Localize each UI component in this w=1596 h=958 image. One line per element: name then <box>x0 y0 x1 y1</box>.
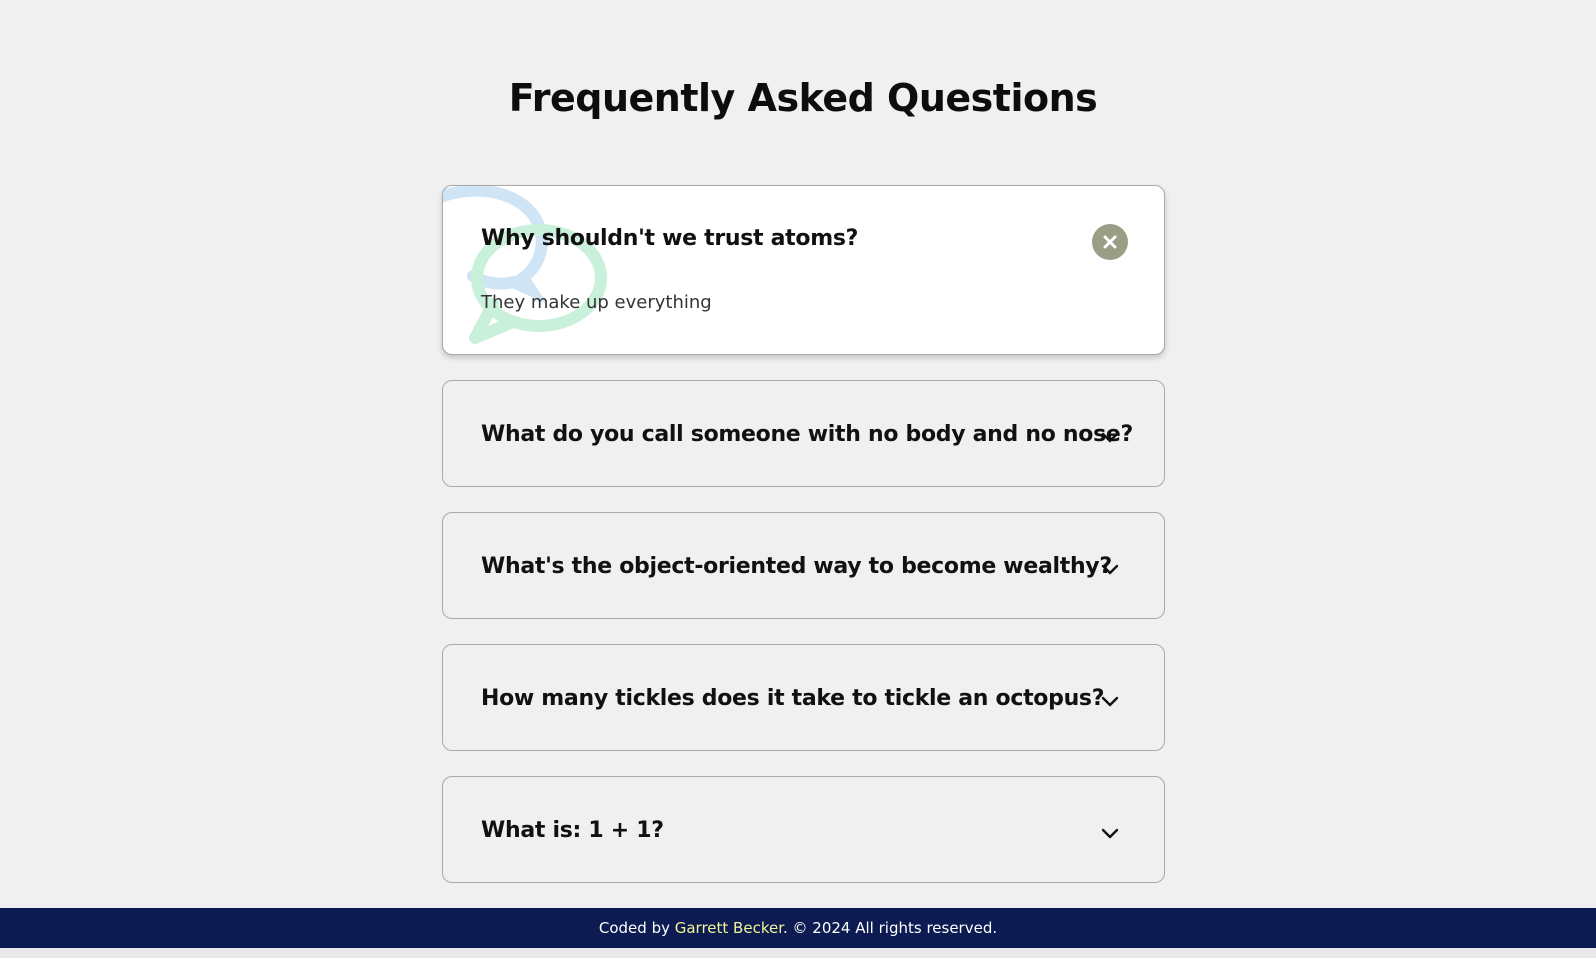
bottom-strip <box>0 948 1596 958</box>
faq-item-2[interactable]: What do you call someone with no body an… <box>442 380 1165 487</box>
faq-question[interactable]: Why shouldn't we trust atoms? <box>481 222 858 256</box>
faq-question[interactable]: How many tickles does it take to tickle … <box>481 645 1104 750</box>
expand-button[interactable] <box>1092 683 1128 719</box>
author-link[interactable]: Garrett Becker <box>675 919 783 937</box>
footer-copyright: . © 2024 All rights reserved. <box>783 919 998 937</box>
faq-item-4[interactable]: How many tickles does it take to tickle … <box>442 644 1165 751</box>
expand-button[interactable] <box>1092 551 1128 587</box>
chevron-down-icon <box>1101 432 1119 443</box>
faq-item-5[interactable]: What is: 1 + 1? <box>442 776 1165 883</box>
speech-bubbles-icon <box>443 186 607 344</box>
footer-prefix: Coded by <box>598 919 675 937</box>
chevron-down-icon <box>1101 564 1119 575</box>
close-button[interactable] <box>1092 224 1128 260</box>
expand-button[interactable] <box>1092 419 1128 455</box>
faq-list: Why shouldn't we trust atoms? They make … <box>442 185 1165 908</box>
faq-answer: They make up everything <box>481 292 712 313</box>
expand-button[interactable] <box>1092 815 1128 851</box>
footer: Coded by Garrett Becker. © 2024 All righ… <box>0 908 1596 948</box>
faq-item-1[interactable]: Why shouldn't we trust atoms? They make … <box>442 185 1165 355</box>
faq-question[interactable]: What do you call someone with no body an… <box>481 381 1133 486</box>
close-icon <box>1103 235 1117 249</box>
page-title: Frequently Asked Questions <box>508 76 1098 120</box>
faq-question[interactable]: What is: 1 + 1? <box>481 777 664 882</box>
faq-item-3[interactable]: What's the object-oriented way to become… <box>442 512 1165 619</box>
chevron-down-icon <box>1101 696 1119 707</box>
page: Frequently Asked Questions Why shouldn't… <box>0 0 1596 958</box>
faq-question[interactable]: What's the object-oriented way to become… <box>481 513 1112 618</box>
chevron-down-icon <box>1101 828 1119 839</box>
